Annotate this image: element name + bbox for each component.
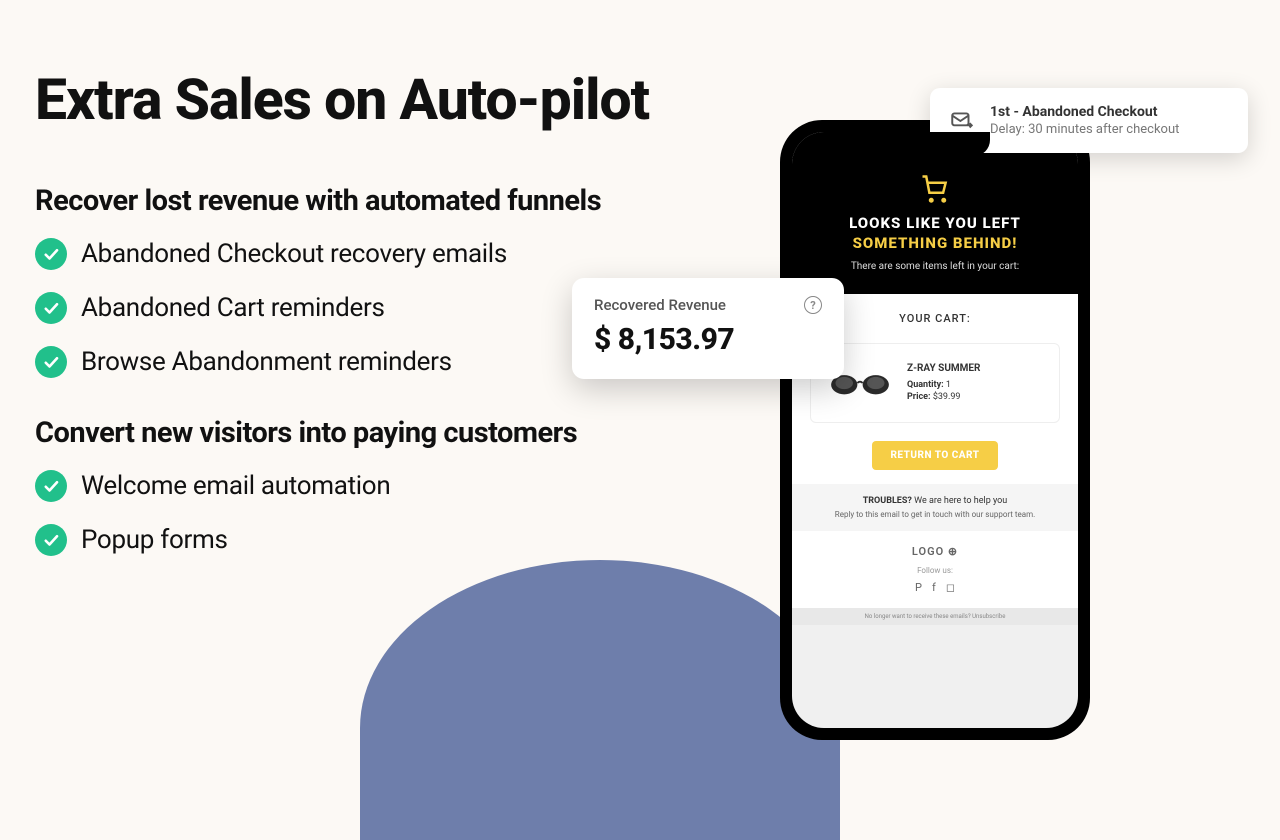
list-item: Abandoned Checkout recovery emails — [35, 238, 655, 270]
section-heading-convert: Convert new visitors into paying custome… — [35, 416, 655, 450]
phone-notch — [880, 132, 990, 156]
list-item: Browse Abandonment reminders — [35, 346, 655, 378]
social-icons: P f ◻ — [808, 581, 1062, 594]
check-icon — [35, 292, 67, 324]
text-content: Extra Sales on Auto-pilot Recover lost r… — [35, 70, 655, 578]
unsubscribe-text: No longer want to receive these emails? … — [792, 608, 1078, 625]
troubles-text: TROUBLES? We are here to help you — [808, 496, 1062, 506]
section-heading-recover: Recover lost revenue with automated funn… — [35, 184, 655, 218]
list-item: Popup forms — [35, 524, 655, 556]
mail-send-icon — [948, 107, 976, 135]
phone-screen: LOOKS LIKE YOU LEFT SOMETHING BEHIND! Th… — [792, 132, 1078, 728]
cart-label: YOUR CART: — [810, 312, 1060, 325]
email-subtitle: There are some items left in your cart: — [812, 261, 1058, 272]
list-item-label: Abandoned Checkout recovery emails — [81, 239, 507, 269]
logo-text: LOGO ⊕ — [808, 545, 1062, 558]
return-to-cart-button[interactable]: RETURN TO CART — [872, 441, 997, 470]
list-item-label: Popup forms — [81, 525, 228, 555]
feature-list-recover: Abandoned Checkout recovery emails Aband… — [35, 238, 655, 378]
email-footer: TROUBLES? We are here to help you Reply … — [792, 484, 1078, 531]
facebook-icon[interactable]: f — [932, 581, 936, 594]
list-item-label: Browse Abandonment reminders — [81, 347, 452, 377]
phone-mockup: LOOKS LIKE YOU LEFT SOMETHING BEHIND! Th… — [780, 120, 1090, 740]
email-bottom: LOGO ⊕ Follow us: P f ◻ — [792, 531, 1078, 608]
cart-icon — [920, 174, 950, 202]
feature-list-convert: Welcome email automation Popup forms — [35, 470, 655, 556]
product-info: Z-RAY SUMMER Quantity: 1 Price: $39.99 — [907, 363, 980, 404]
list-item: Abandoned Cart reminders — [35, 292, 655, 324]
page-title: Extra Sales on Auto-pilot — [35, 70, 655, 130]
pinterest-icon[interactable]: P — [915, 581, 922, 594]
check-icon — [35, 346, 67, 378]
check-icon — [35, 524, 67, 556]
revenue-label: Recovered Revenue — [594, 296, 726, 314]
product-name: Z-RAY SUMMER — [907, 363, 980, 374]
list-item-label: Abandoned Cart reminders — [81, 293, 385, 323]
list-item-label: Welcome email automation — [81, 471, 390, 501]
revenue-amount: $ 8,153.97 — [594, 322, 822, 357]
revenue-card: Recovered Revenue ? $ 8,153.97 — [572, 278, 844, 379]
reply-note: Reply to this email to get in touch with… — [808, 510, 1062, 519]
instagram-icon[interactable]: ◻ — [946, 581, 955, 594]
decorative-blob — [360, 560, 840, 840]
help-icon[interactable]: ? — [804, 296, 822, 314]
list-item: Welcome email automation — [35, 470, 655, 502]
notification-subtitle: Delay: 30 minutes after checkout — [990, 122, 1179, 137]
product-card: Z-RAY SUMMER Quantity: 1 Price: $39.99 — [810, 343, 1060, 423]
email-title: LOOKS LIKE YOU LEFT SOMETHING BEHIND! — [812, 214, 1058, 253]
email-header: LOOKS LIKE YOU LEFT SOMETHING BEHIND! Th… — [792, 132, 1078, 294]
check-icon — [35, 238, 67, 270]
check-icon — [35, 470, 67, 502]
follow-label: Follow us: — [808, 566, 1062, 575]
notification-title: 1st - Abandoned Checkout — [990, 104, 1179, 120]
